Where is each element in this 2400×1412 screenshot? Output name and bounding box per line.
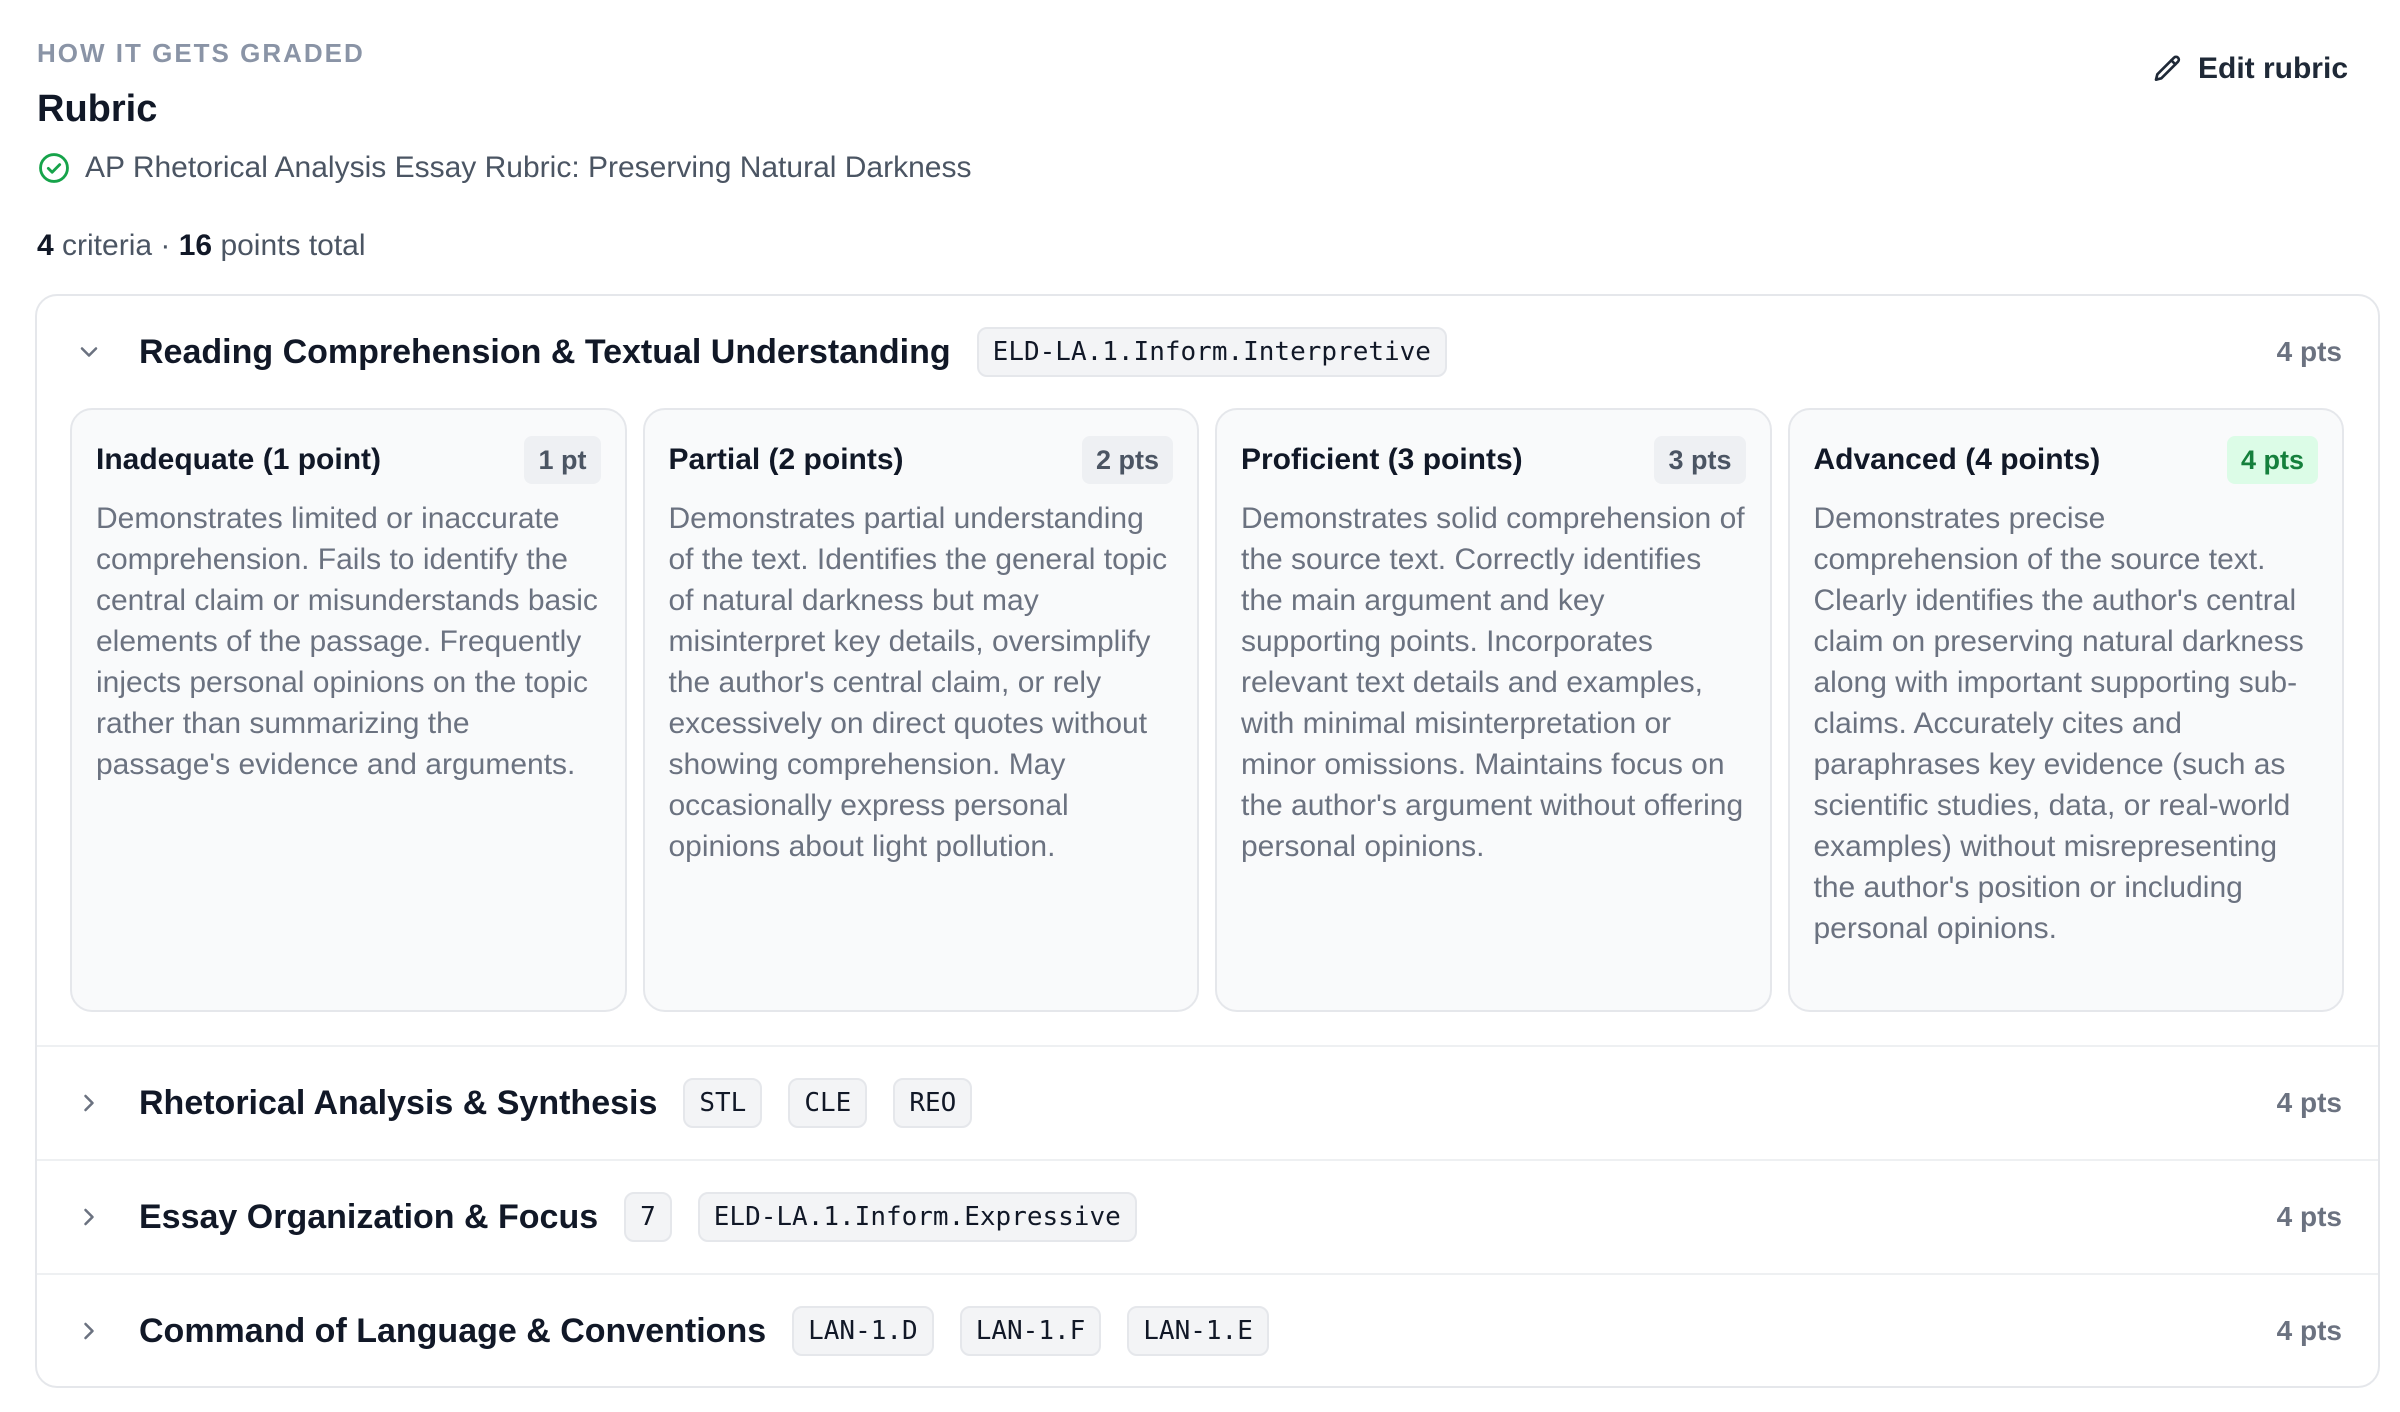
criteria-label: criteria ·: [62, 229, 171, 262]
standard-tag: 7: [624, 1192, 672, 1242]
chevron-right-icon[interactable]: [75, 1089, 103, 1117]
chevron-right-icon[interactable]: [75, 1317, 103, 1345]
criterion-name: Essay Organization & Focus: [139, 1197, 599, 1236]
level-title: Proficient (3 points): [1241, 443, 1523, 476]
pencil-icon: [2152, 53, 2184, 85]
criterion-header[interactable]: Reading Comprehension & Textual Understa…: [37, 296, 2378, 408]
edit-rubric-label: Edit rubric: [2197, 52, 2348, 85]
criterion-points: 4 pts: [2276, 336, 2342, 367]
level-points-badge: 3 pts: [1654, 436, 1746, 484]
standard-tag: LAN-1.F: [959, 1306, 1102, 1356]
standard-tag: LAN-1.D: [792, 1306, 934, 1356]
level-card: Proficient (3 points) 3 pts Demonstrates…: [1215, 408, 1772, 1012]
level-description: Demonstrates precise comprehension of th…: [1813, 502, 2304, 945]
criterion-name: Rhetorical Analysis & Synthesis: [139, 1083, 658, 1122]
level-points-badge: 1 pt: [524, 436, 601, 484]
rubric-summary: 4 criteria · 16 points total: [37, 226, 2363, 266]
level-points-badge: 4 pts: [2226, 436, 2318, 484]
level-card: Inadequate (1 point) 1 pt Demonstrates l…: [70, 408, 627, 1012]
edit-rubric-button[interactable]: Edit rubric: [2152, 52, 2348, 86]
criterion-points: 4 pts: [2276, 1087, 2342, 1118]
level-title: Inadequate (1 point): [96, 443, 381, 476]
criterion-header[interactable]: Essay Organization & Focus 7 ELD-LA.1.In…: [37, 1161, 2378, 1273]
level-description: Demonstrates limited or inaccurate compr…: [96, 502, 598, 781]
criterion-points: 4 pts: [2276, 1315, 2342, 1346]
rubric-page: HOW IT GETS GRADED Rubric AP Rhetorical …: [0, 0, 2400, 1412]
criterion-header[interactable]: Rhetorical Analysis & Synthesis STL CLE …: [37, 1047, 2378, 1159]
chevron-down-icon[interactable]: [75, 338, 103, 366]
level-card: Advanced (4 points) 4 pts Demonstrates p…: [1787, 408, 2344, 1012]
standard-tag: CLE: [788, 1078, 868, 1128]
criterion-header[interactable]: Command of Language & Conventions LAN-1.…: [37, 1275, 2378, 1386]
criterion-name: Reading Comprehension & Textual Understa…: [139, 332, 951, 371]
standard-tag: STL: [683, 1078, 763, 1128]
level-points-badge: 2 pts: [1081, 436, 1173, 484]
standard-tag: REO: [893, 1078, 973, 1128]
points-label: points total: [220, 229, 366, 262]
criterion-points: 4 pts: [2276, 1201, 2342, 1232]
points-total: 16: [178, 229, 213, 262]
criterion-name: Command of Language & Conventions: [139, 1311, 767, 1350]
criterion-tags: LAN-1.D LAN-1.F LAN-1.E: [792, 1306, 1269, 1356]
criterion-tags: 7 ELD-LA.1.Inform.Expressive: [624, 1192, 1137, 1242]
level-title: Advanced (4 points): [1813, 443, 2101, 476]
section-eyebrow: HOW IT GETS GRADED: [37, 38, 365, 68]
performance-levels: Inadequate (1 point) 1 pt Demonstrates l…: [37, 408, 2378, 1012]
level-description: Demonstrates solid comprehension of the …: [1241, 502, 1745, 863]
level-title: Partial (2 points): [668, 443, 904, 476]
criteria-list: Reading Comprehension & Textual Understa…: [35, 294, 2380, 1388]
page-title: Rubric: [37, 88, 158, 130]
rubric-name: AP Rhetorical Analysis Essay Rubric: Pre…: [85, 151, 972, 184]
standard-tag: ELD-LA.1.Inform.Expressive: [697, 1192, 1137, 1242]
chevron-right-icon[interactable]: [75, 1203, 103, 1231]
criteria-count: 4: [37, 229, 54, 262]
criterion-tags: ELD-LA.1.Inform.Interpretive: [976, 327, 1447, 377]
level-card: Partial (2 points) 2 pts Demonstrates pa…: [642, 408, 1199, 1012]
rubric-name-row: AP Rhetorical Analysis Essay Rubric: Pre…: [37, 148, 2363, 188]
standard-tag: ELD-LA.1.Inform.Interpretive: [976, 327, 1447, 377]
check-circle-icon: [37, 151, 71, 185]
standard-tag: LAN-1.E: [1127, 1306, 1269, 1356]
criterion-tags: STL CLE REO: [683, 1078, 973, 1128]
level-description: Demonstrates partial understanding of th…: [668, 502, 1168, 863]
